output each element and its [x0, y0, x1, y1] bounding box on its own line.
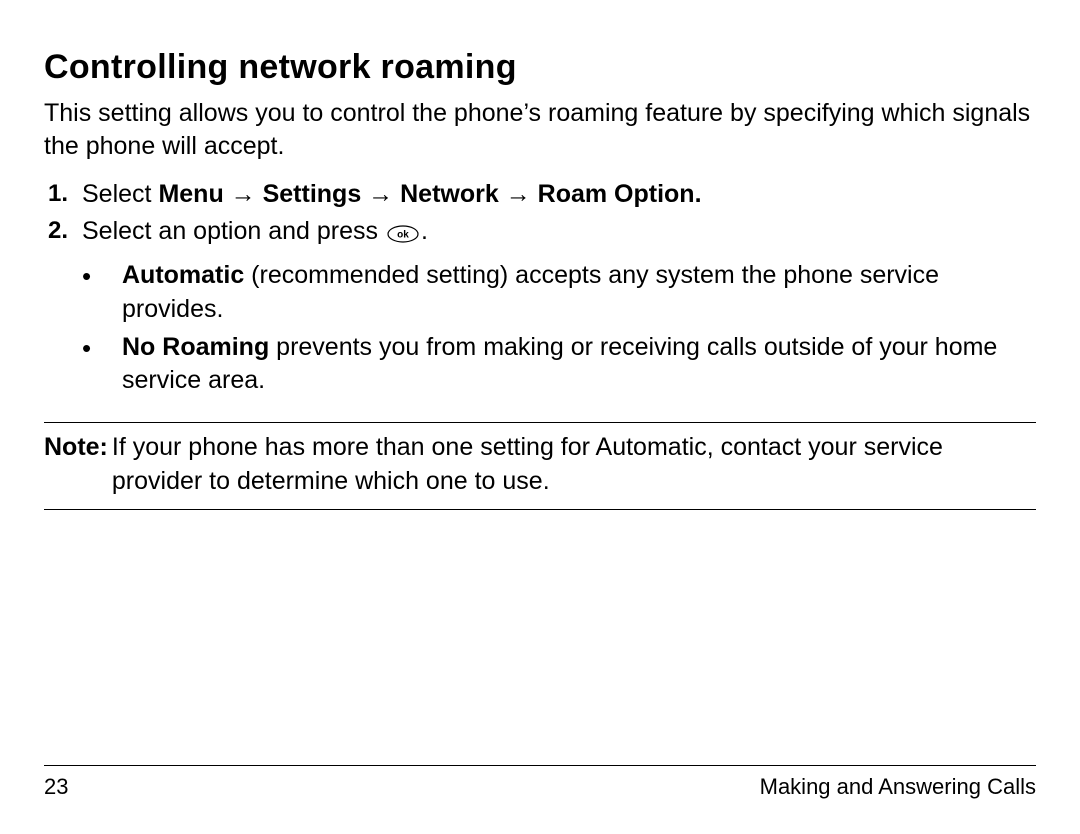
- intro-paragraph: This setting allows you to control the p…: [44, 97, 1036, 162]
- page-number: 23: [44, 774, 68, 800]
- bullet-automatic-label: Automatic: [122, 261, 244, 289]
- note-label: Note:: [44, 431, 112, 465]
- footer-section-title: Making and Answering Calls: [760, 774, 1036, 800]
- svg-text:ok: ok: [397, 229, 409, 240]
- section-heading: Controlling network roaming: [44, 48, 1036, 87]
- note-text: If your phone has more than one setting …: [112, 431, 1036, 499]
- bullet-list: Automatic (recommended setting) accepts …: [44, 259, 1036, 398]
- step-1-menu-path: Menu → Settings → Network → Roam Option.: [158, 180, 701, 208]
- ok-icon: ok: [387, 217, 419, 254]
- step-2-suffix: .: [421, 217, 428, 245]
- bullet-automatic: Automatic (recommended setting) accepts …: [44, 259, 1036, 327]
- note-block: Note: If your phone has more than one se…: [44, 422, 1036, 510]
- bullet-no-roaming-label: No Roaming: [122, 333, 269, 361]
- step-1-prefix: Select: [82, 180, 158, 208]
- page-footer: 23 Making and Answering Calls: [44, 765, 1036, 800]
- step-2-prefix: Select an option and press: [82, 217, 385, 245]
- manual-page: Controlling network roaming This setting…: [0, 0, 1080, 834]
- bullet-automatic-text: (recommended setting) accepts any system…: [122, 261, 939, 323]
- numbered-steps: Select Menu → Settings → Network → Roam …: [44, 176, 1036, 253]
- step-1: Select Menu → Settings → Network → Roam …: [44, 176, 1036, 213]
- step-2: Select an option and press ok.: [44, 213, 1036, 254]
- bullet-no-roaming: No Roaming prevents you from making or r…: [44, 331, 1036, 399]
